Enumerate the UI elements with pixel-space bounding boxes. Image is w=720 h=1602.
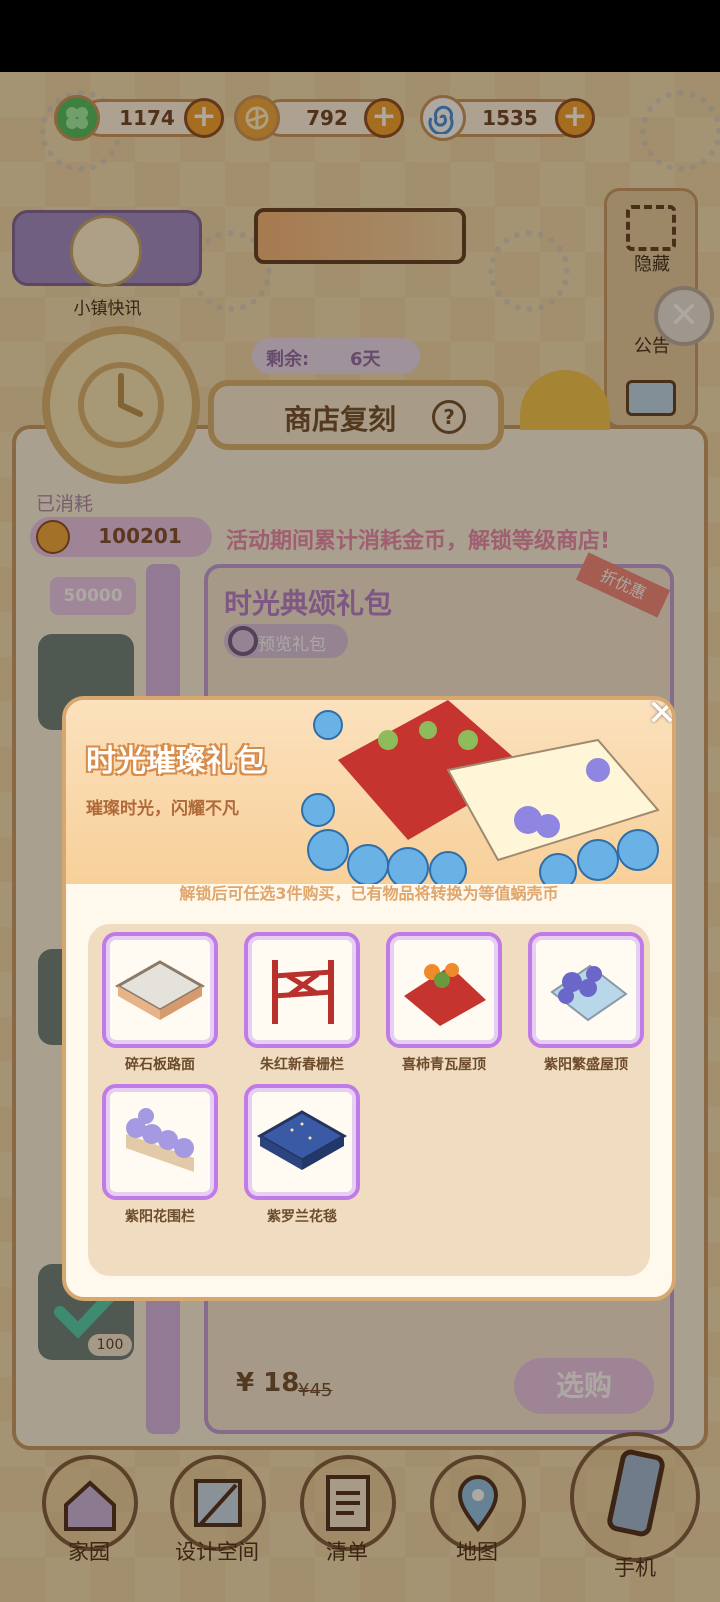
item-label: 喜柿青瓦屋顶 [402,1057,486,1073]
item-label: 紫阳花围栏 [125,1209,195,1225]
pack-illustration [301,700,660,884]
hydrangea-roof-icon [550,964,628,1022]
item-label: 紫阳繁盛屋顶 [544,1057,628,1073]
item-label: 朱红新春栅栏 [260,1057,344,1073]
item-violet-rug[interactable]: 紫罗兰花毯 [244,1084,364,1234]
item-label: 碎石板路面 [125,1057,195,1073]
modal-subtitle: 璀璨时光，闪耀不凡 [86,799,239,819]
item-hydrangea-roof[interactable]: 紫阳繁盛屋顶 [528,932,648,1082]
item-stone-path[interactable]: 碎石板路面 [102,932,222,1082]
modal-header: 时光璀璨礼包 璀璨时光，闪耀不凡 [66,700,672,884]
persimmon-roof-icon [404,963,486,1026]
hydrangea-fence-icon [126,1108,194,1172]
item-persimmon-roof[interactable]: 喜柿青瓦屋顶 [386,932,506,1082]
modal-notice: 解锁后可任选3件购买，已有物品将转换为等值蜗壳币 [179,884,559,903]
modal-title: 时光璀璨礼包 [86,744,266,779]
pack-detail-modal: 时光璀璨礼包 璀璨时光，闪耀不凡 ✕ 解锁后可任选3件购买，已有物品将转换为等值… [62,696,676,1301]
item-label: 紫罗兰花毯 [267,1209,337,1225]
modal-close-button[interactable]: ✕ [642,700,672,734]
red-fence-icon [272,960,334,1024]
item-red-fence[interactable]: 朱红新春栅栏 [244,932,364,1082]
violet-rug-icon [256,1110,348,1170]
item-hydrangea-fence[interactable]: 紫阳花围栏 [102,1084,222,1234]
stone-path-icon [114,960,206,1020]
status-bar [0,0,720,72]
